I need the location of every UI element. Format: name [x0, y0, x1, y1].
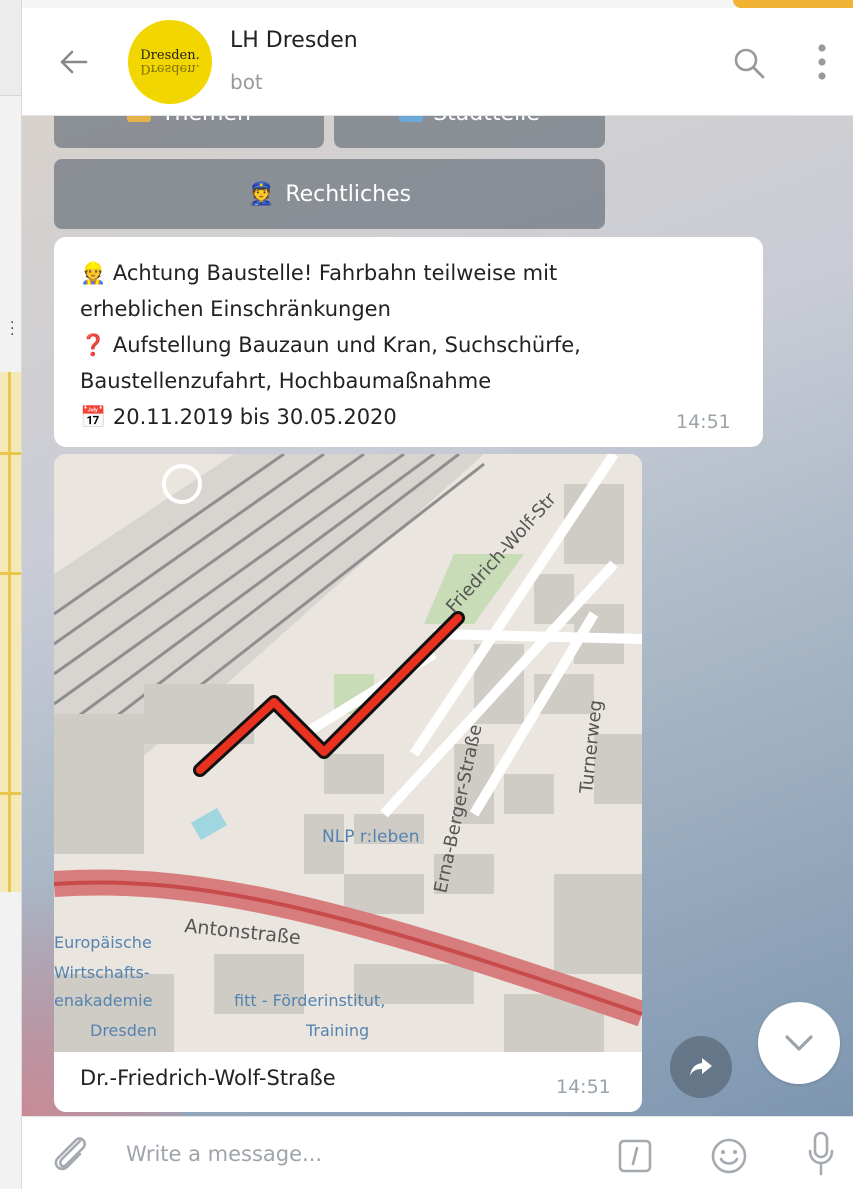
bot-command-icon	[618, 1139, 652, 1173]
message-composer	[22, 1116, 853, 1189]
location-map[interactable]: Friedrich-Wolf-Str Erna-Berger-Straße Tu…	[54, 454, 642, 1052]
background-window-strip: · · ·	[0, 0, 22, 1189]
police-officer-icon: 👮	[247, 181, 276, 207]
map-label-poi: Europäische	[54, 933, 152, 952]
share-icon	[690, 1058, 712, 1076]
keyboard-button-label: Stadtteile	[433, 116, 540, 126]
background-menu-dots: · · ·	[10, 315, 15, 343]
paperclip-icon	[54, 1137, 86, 1171]
back-arrow-icon	[60, 50, 88, 74]
microphone-icon	[808, 1131, 834, 1176]
window-accent-bar	[733, 0, 853, 8]
background-toolbar	[0, 0, 21, 96]
question-mark-icon: ❓	[80, 333, 107, 357]
back-button[interactable]	[58, 46, 90, 78]
map-label-poi: Dresden	[90, 1021, 157, 1040]
chat-title[interactable]: LH Dresden	[230, 28, 358, 53]
emoji-button[interactable]	[710, 1137, 748, 1175]
folder-icon	[127, 116, 152, 122]
construction-worker-icon: 👷	[80, 261, 107, 285]
more-vertical-icon	[818, 44, 826, 80]
search-icon	[734, 48, 765, 79]
more-button[interactable]	[816, 42, 828, 82]
map-icon	[399, 116, 424, 122]
keyboard-button-label: Rechtliches	[285, 181, 412, 207]
map-label-poi: enakademie	[54, 991, 152, 1010]
keyboard-button-rechtliches[interactable]: 👮 Rechtliches	[54, 159, 605, 229]
scroll-to-bottom-button[interactable]	[758, 1002, 840, 1084]
location-message[interactable]: Friedrich-Wolf-Str Erna-Berger-Straße Tu…	[54, 454, 642, 1112]
message-text: 👷 Achtung Baustelle! Fahrbahn teilweise …	[80, 261, 581, 429]
message-time: 14:51	[676, 411, 731, 433]
avatar-logo-reflection: Dresden.	[140, 61, 200, 76]
map-label-poi: Wirtschafts-	[54, 963, 150, 982]
message-time: 14:51	[556, 1076, 611, 1098]
smile-icon	[711, 1138, 747, 1174]
map-label-poi: fitt - Förderinstitut,	[234, 991, 385, 1010]
keyboard-button-stadtteile[interactable]: Stadtteile	[334, 116, 605, 148]
keyboard-button-label: Themen	[161, 116, 251, 126]
location-caption: Dr.-Friedrich-Wolf-Straße	[80, 1066, 336, 1090]
search-button[interactable]	[732, 46, 766, 80]
calendar-icon: 📅	[80, 405, 107, 429]
chat-subtitle: bot	[230, 70, 263, 94]
message-input[interactable]	[126, 1137, 586, 1171]
chat-window: Dresden. Dresden. LH Dresden bot Themen …	[22, 0, 853, 1189]
message-list[interactable]: Themen Stadtteile 👮 Rechtliches 👷 Achtun…	[22, 116, 853, 1116]
attach-button[interactable]	[50, 1131, 90, 1175]
chevron-down-icon	[785, 1035, 813, 1051]
voice-message-button[interactable]	[808, 1131, 834, 1177]
keyboard-button-themen[interactable]: Themen	[54, 116, 324, 148]
message-bubble[interactable]: 👷 Achtung Baustelle! Fahrbahn teilweise …	[54, 237, 763, 447]
chat-header: Dresden. Dresden. LH Dresden bot	[22, 8, 853, 116]
avatar[interactable]: Dresden. Dresden.	[128, 20, 212, 104]
map-label-poi: Training	[305, 1021, 369, 1040]
map-label-poi: NLP r:leben	[322, 827, 419, 847]
bot-command-button[interactable]	[618, 1139, 652, 1173]
background-map-thumbnail	[0, 372, 21, 892]
share-button[interactable]	[670, 1036, 732, 1098]
